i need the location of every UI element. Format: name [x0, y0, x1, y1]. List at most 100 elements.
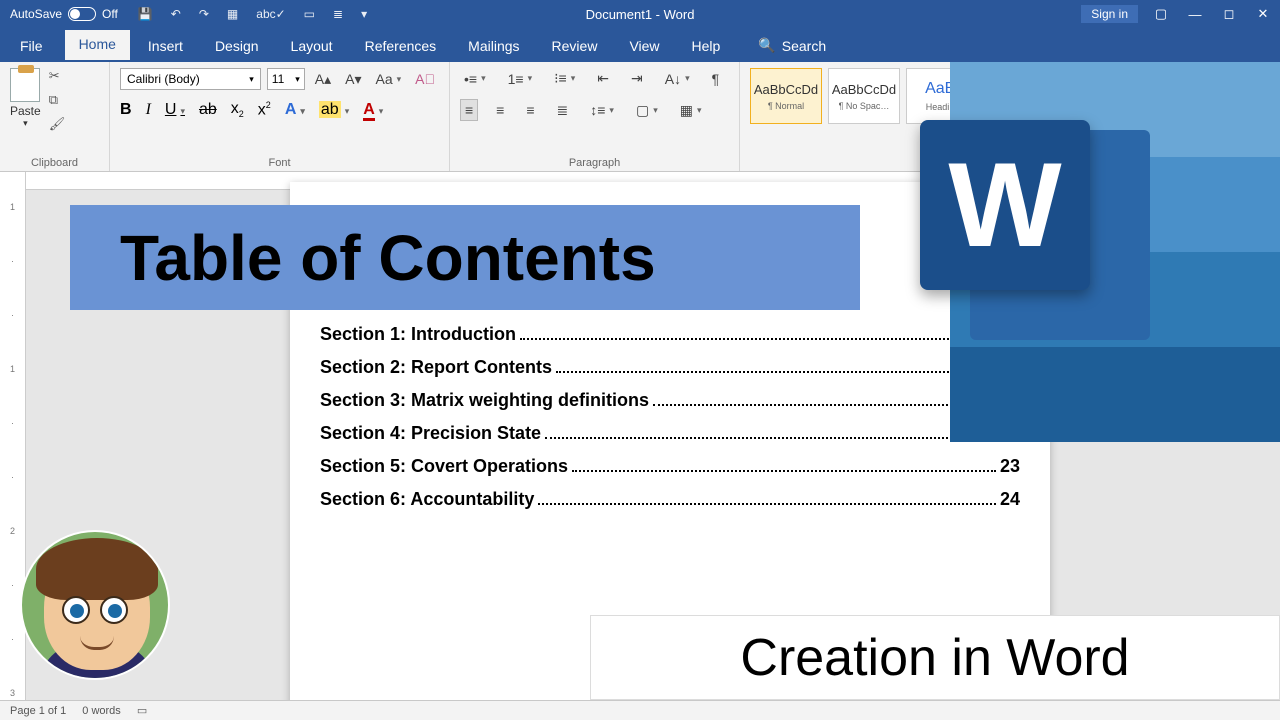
cut-icon[interactable]: ✂: [49, 68, 66, 84]
save-icon[interactable]: 💾: [138, 7, 153, 21]
justify-icon[interactable]: ≣: [553, 99, 573, 121]
toc-title: Section 1: Introduction: [320, 324, 516, 345]
ribbon-display-icon[interactable]: ▢: [1144, 0, 1178, 28]
table-icon[interactable]: ▦: [227, 7, 238, 21]
text-effects-icon[interactable]: A: [285, 101, 305, 119]
toc-entry: Section 6: Accountability 24: [320, 489, 1020, 510]
sort-icon[interactable]: A↓: [661, 68, 694, 89]
toc-entry: Section 3: Matrix weighting definitions …: [320, 390, 1020, 411]
tab-home[interactable]: Home: [65, 30, 130, 62]
font-group-label: Font: [120, 155, 439, 169]
grow-font-icon[interactable]: A▴: [311, 69, 335, 90]
bullets-icon[interactable]: •≡: [460, 68, 490, 89]
align-center-icon[interactable]: ≡: [492, 99, 508, 121]
toc-entry: Section 2: Report Contents: [320, 357, 1020, 378]
style-normal[interactable]: AaBbCcDd ¶ Normal: [750, 68, 822, 124]
outdent-icon[interactable]: ⇤: [593, 68, 613, 89]
toc-leader: [556, 371, 1016, 373]
toc-entry: Section 1: Introduction: [320, 324, 1020, 345]
minimize-icon[interactable]: —: [1178, 0, 1212, 28]
toc-leader: [653, 404, 996, 406]
tab-file[interactable]: File: [10, 32, 61, 62]
status-page[interactable]: Page 1 of 1: [10, 705, 66, 717]
paragraph-group-label: Paragraph: [460, 155, 729, 169]
line-spacing-icon[interactable]: ↕≡: [586, 99, 618, 121]
reading-icon[interactable]: ▭: [304, 7, 315, 21]
status-words[interactable]: 0 words: [82, 705, 121, 717]
quick-access-toolbar: 💾 ↶ ↷ ▦ abc✓ ▭ ≣ ▾: [138, 7, 367, 21]
group-paragraph: •≡ 1≡ ⁝≡ ⇤ ⇥ A↓ ¶ ≡ ≡ ≡ ≣ ↕≡ ▢ ▦ Paragra…: [450, 62, 740, 171]
tab-insert[interactable]: Insert: [134, 32, 197, 62]
change-case-icon[interactable]: Aa: [372, 69, 406, 89]
indent-icon[interactable]: ⇥: [627, 68, 647, 89]
numbering-icon[interactable]: 1≡: [504, 68, 537, 89]
format-painter-icon[interactable]: 🖌: [49, 116, 66, 132]
autosave-state: Off: [102, 7, 118, 21]
undo-icon[interactable]: ↶: [171, 7, 181, 21]
font-name-value: Calibri (Body): [127, 72, 200, 86]
toc-leader: [538, 503, 996, 505]
tab-mailings[interactable]: Mailings: [454, 32, 533, 62]
autosave-switch-icon[interactable]: [68, 7, 96, 21]
show-marks-icon[interactable]: ¶: [708, 68, 724, 89]
paste-label: Paste: [10, 104, 41, 118]
style-normal-label: ¶ Normal: [768, 101, 804, 111]
bold-button[interactable]: B: [120, 101, 132, 119]
clipboard-group-label: Clipboard: [10, 155, 99, 169]
paste-icon: [10, 68, 40, 102]
search-button[interactable]: 🔍 Search: [748, 31, 836, 62]
avatar-icon: [20, 530, 170, 680]
highlight-icon[interactable]: ab: [319, 101, 349, 119]
toc-title: Section 5: Covert Operations: [320, 456, 568, 477]
word-logo-letter: W: [948, 136, 1061, 274]
toc-title: Section 4: Precision State: [320, 423, 541, 444]
overlay-title-banner: Table of Contents: [70, 205, 860, 310]
font-size-combo[interactable]: 11▾: [267, 68, 305, 90]
tab-layout[interactable]: Layout: [277, 32, 347, 62]
italic-button[interactable]: I: [146, 101, 151, 119]
toc-page: 24: [1000, 489, 1020, 510]
list-icon[interactable]: ≣: [333, 7, 343, 21]
word-logo: W: [920, 120, 1150, 350]
overlay-subtitle-text: Creation in Word: [740, 628, 1129, 688]
maximize-icon[interactable]: ◻: [1212, 0, 1246, 28]
document-title: Document1 - Word: [586, 7, 695, 22]
clear-format-icon[interactable]: A⃠: [411, 69, 439, 89]
redo-icon[interactable]: ↷: [199, 7, 209, 21]
multilevel-icon[interactable]: ⁝≡: [550, 68, 579, 89]
shrink-font-icon[interactable]: A▾: [341, 69, 365, 90]
font-size-value: 11: [272, 72, 284, 86]
toc-title: Section 6: Accountability: [320, 489, 534, 510]
toc-title: Section 2: Report Contents: [320, 357, 552, 378]
tab-help[interactable]: Help: [678, 32, 735, 62]
align-left-icon[interactable]: ≡: [460, 99, 478, 121]
tab-review[interactable]: Review: [538, 32, 612, 62]
copy-icon[interactable]: ⧉: [49, 92, 66, 108]
close-icon[interactable]: ✕: [1246, 0, 1280, 28]
subscript-button[interactable]: x2: [231, 100, 244, 119]
overlay-subtitle-banner: Creation in Word: [590, 615, 1280, 700]
superscript-button[interactable]: x2: [258, 100, 271, 119]
toc-page: 23: [1000, 456, 1020, 477]
tab-references[interactable]: References: [351, 32, 451, 62]
group-font: Calibri (Body)▾ 11▾ A▴ A▾ Aa A⃠ B I U ab…: [110, 62, 450, 171]
paste-button[interactable]: Paste ▾: [10, 68, 41, 129]
spellcheck-icon[interactable]: abc✓: [256, 7, 285, 21]
shading-icon[interactable]: ▢: [632, 99, 662, 121]
tab-design[interactable]: Design: [201, 32, 273, 62]
sign-in-button[interactable]: Sign in: [1081, 5, 1138, 23]
font-name-combo[interactable]: Calibri (Body)▾: [120, 68, 261, 90]
spellcheck-status-icon[interactable]: ▭: [137, 704, 147, 717]
toc-leader: [572, 470, 996, 472]
toc-entry: Section 5: Covert Operations 23: [320, 456, 1020, 477]
underline-button[interactable]: U: [165, 101, 185, 119]
style-no-spacing[interactable]: AaBbCcDd ¶ No Spac…: [828, 68, 900, 124]
font-color-icon[interactable]: A: [363, 101, 383, 119]
search-icon: 🔍: [758, 37, 775, 54]
borders-icon[interactable]: ▦: [676, 99, 706, 121]
tab-view[interactable]: View: [615, 32, 673, 62]
align-right-icon[interactable]: ≡: [522, 99, 538, 121]
qat-more-icon[interactable]: ▾: [361, 7, 367, 21]
autosave-toggle[interactable]: AutoSave Off: [10, 7, 118, 21]
strike-button[interactable]: ab: [199, 101, 217, 119]
